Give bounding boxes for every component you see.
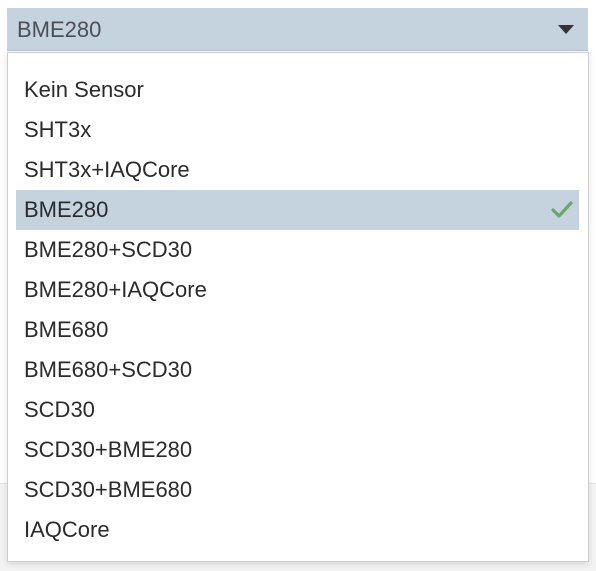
menu-item-label: SCD30+BME680 bbox=[24, 477, 193, 502]
menu-item-scd30-bme680[interactable]: SCD30+BME680 bbox=[16, 470, 579, 510]
menu-item-sht3x[interactable]: SHT3x bbox=[16, 110, 579, 150]
menu-item-sht3x-iaqcore[interactable]: SHT3x+IAQCore bbox=[16, 150, 579, 190]
menu-item-label: SHT3x+IAQCore bbox=[24, 157, 190, 182]
menu-item-iaqcore[interactable]: IAQCore bbox=[16, 510, 579, 550]
menu-item-bme680-scd30[interactable]: BME680+SCD30 bbox=[16, 350, 579, 390]
menu-item-label: BME680 bbox=[24, 317, 109, 342]
sensor-options-list: Kein Sensor SHT3x SHT3x+IAQCore BME280 B… bbox=[8, 70, 588, 550]
menu-item-label: BME680+SCD30 bbox=[24, 357, 193, 382]
menu-item-label: BME280+SCD30 bbox=[24, 237, 193, 262]
menu-item-bme280[interactable]: BME280 bbox=[16, 190, 579, 230]
sensor-select[interactable]: BME280 bbox=[7, 8, 588, 51]
caret-down-icon[interactable] bbox=[558, 25, 574, 34]
menu-item-scd30-bme280[interactable]: SCD30+BME280 bbox=[16, 430, 579, 470]
checkmark-icon bbox=[551, 201, 573, 218]
menu-item-label: Kein Sensor bbox=[24, 77, 144, 102]
menu-item-label: BME280 bbox=[24, 197, 109, 222]
menu-item-label: SHT3x bbox=[24, 117, 92, 142]
menu-item-bme280-scd30[interactable]: BME280+SCD30 bbox=[16, 230, 579, 270]
menu-item-label: BME280+IAQCore bbox=[24, 277, 207, 302]
menu-item-label: IAQCore bbox=[24, 517, 110, 542]
sensor-select-value: BME280 bbox=[17, 17, 102, 42]
menu-item-label: SCD30 bbox=[24, 397, 95, 422]
menu-item-scd30[interactable]: SCD30 bbox=[16, 390, 579, 430]
menu-item-bme280-iaqcore[interactable]: BME280+IAQCore bbox=[16, 270, 579, 310]
menu-item-bme680[interactable]: BME680 bbox=[16, 310, 579, 350]
sensor-dropdown-menu: Kein Sensor SHT3x SHT3x+IAQCore BME280 B… bbox=[7, 52, 589, 562]
menu-item-label: SCD30+BME280 bbox=[24, 437, 193, 462]
menu-item-kein-sensor[interactable]: Kein Sensor bbox=[16, 70, 579, 110]
